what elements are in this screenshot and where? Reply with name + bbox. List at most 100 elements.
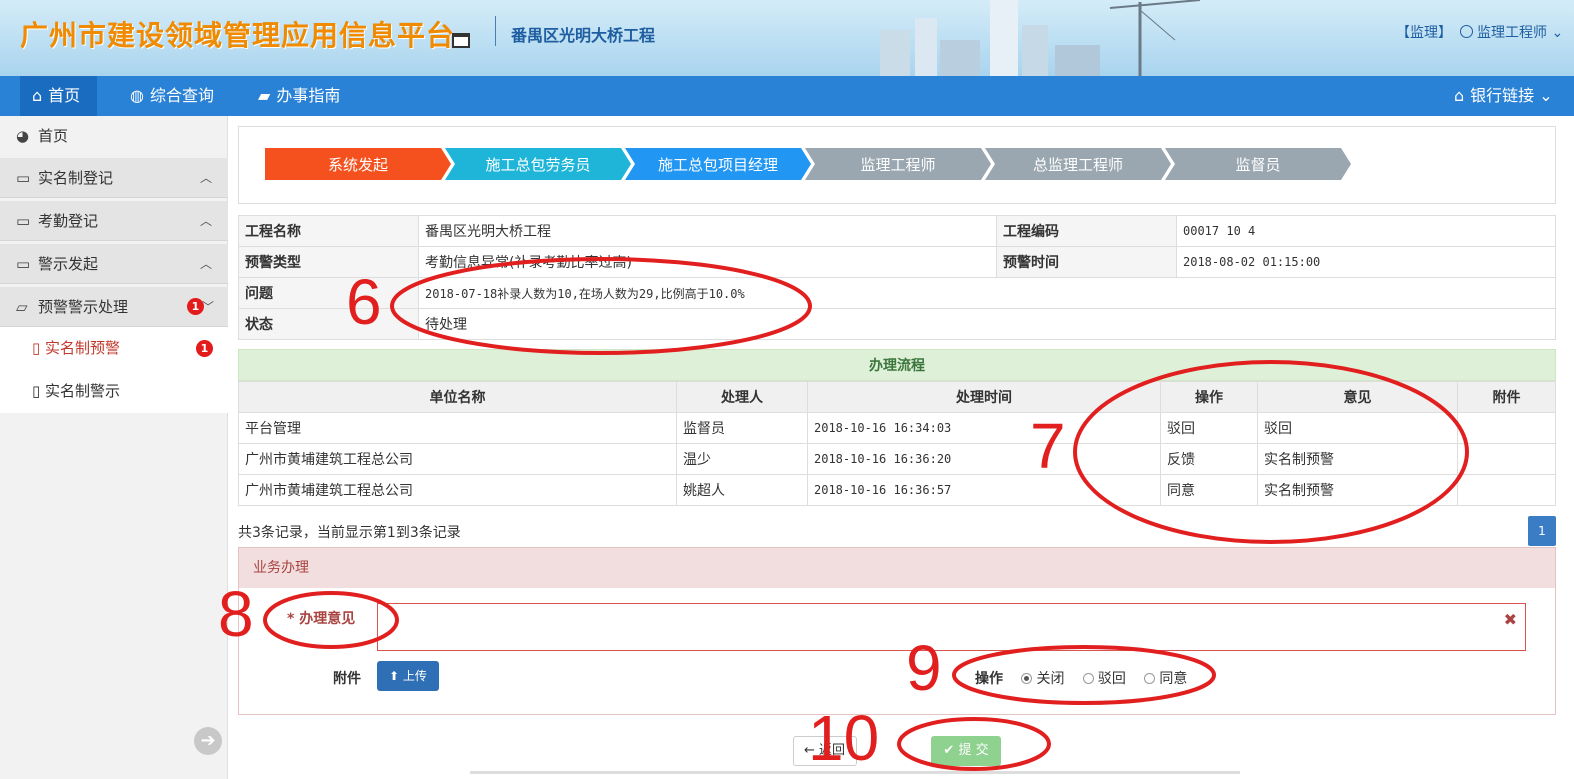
nav-home[interactable]: ⌂ 首页	[20, 76, 97, 116]
cell-unit: 广州市黄埔建筑工程总公司	[238, 474, 677, 506]
cell-opinion: 驳回	[1257, 412, 1458, 444]
opinion-label: * 办理意见	[287, 611, 356, 627]
cell-unit: 平台管理	[238, 412, 677, 444]
user-icon	[1460, 25, 1473, 38]
step-system: 系统发起	[327, 156, 388, 174]
annotation-number-8: 8	[218, 578, 254, 650]
nav-guide-label: 办事指南	[276, 86, 341, 105]
folder-icon: ▭	[16, 255, 31, 273]
value-issue: 2018-07-18补录人数为10,在场人数为29,比例高于10.0%	[418, 277, 1556, 309]
sidebar-item-realname-alert[interactable]: ▯ 实名制警示	[0, 370, 228, 413]
sidebar-item-realname-warning[interactable]: ▯ 实名制预警 1	[0, 327, 228, 370]
submit-button[interactable]: ✔ 提 交	[931, 736, 1001, 766]
col-time: 处理时间	[807, 381, 1161, 413]
step-inspector: 监督员	[1235, 156, 1281, 174]
label-warn-type: 预警类型	[238, 246, 419, 278]
sidebar-item-label: 警示发起	[38, 255, 99, 273]
value-status: 待处理	[418, 308, 1556, 340]
paging-summary: 共3条记录，当前显示第1到3条记录	[238, 525, 461, 541]
cell-handler: 姚超人	[676, 474, 808, 506]
home-icon: ⌂	[32, 86, 43, 105]
sidebar-item-label: 预警警示处理	[38, 298, 129, 316]
sidebar-item-attendance[interactable]: ▭ 考勤登记 ︿	[0, 201, 228, 241]
sidebar-item-label: 实名制预警	[45, 339, 121, 357]
file-icon: ▯	[32, 339, 46, 357]
cell-time: 2018-10-16 16:36:20	[807, 443, 1161, 475]
chevron-up-icon: ︿	[199, 214, 212, 228]
nav-query-label: 综合查询	[149, 86, 214, 105]
cell-time: 2018-10-16 16:36:57	[807, 474, 1161, 506]
annotation-number-10: 10	[808, 702, 880, 774]
chevron-up-icon: ︿	[199, 257, 212, 271]
cell-action: 反馈	[1160, 443, 1258, 475]
value-warn-time: 2018-08-02 01:15:00	[1176, 246, 1556, 278]
upload-icon: ⬆	[389, 669, 403, 683]
cell-handler: 监督员	[676, 412, 808, 444]
label-issue: 问题	[238, 277, 419, 309]
chevron-up-icon: ︿	[199, 171, 212, 185]
sidebar-item-label: 考勤登记	[38, 212, 99, 230]
label-project-name: 工程名称	[238, 215, 419, 247]
cell-unit: 广州市黄埔建筑工程总公司	[238, 443, 677, 475]
window-icon[interactable]	[452, 33, 470, 48]
step-pm: 施工总包项目经理	[657, 156, 778, 174]
user-name: 监理工程师	[1477, 25, 1547, 41]
cell-opinion: 实名制预警	[1257, 443, 1458, 475]
nav-guide[interactable]: ▰ 办事指南	[246, 76, 352, 116]
app-title: 广州市建设领域管理应用信息平台	[20, 19, 456, 52]
user-menu[interactable]: 监理工程师 ⌄	[1460, 22, 1563, 42]
warning-info-table: 工程名称 番禺区光明大桥工程 工程编码 00017 10 4 预警类型 考勤信息异常(补…	[238, 215, 1556, 340]
table-row: 广州市黄埔建筑工程总公司 姚超人 2018-10-16 16:36:57 同意 实名制预…	[238, 474, 1556, 506]
city-skyline-image	[880, 0, 1201, 76]
sidebar-item-warning-initiate[interactable]: ▭ 警示发起 ︿	[0, 244, 228, 284]
annotation-number-6: 6	[346, 266, 382, 338]
sidebar-item-home[interactable]: ◕ 首页	[0, 116, 228, 156]
header-divider	[495, 16, 496, 46]
chevron-down-icon: ⌄	[1534, 86, 1553, 105]
radio-agree[interactable]	[1144, 673, 1156, 684]
attach-label: 附件	[333, 671, 361, 687]
chevron-down-icon: ﹀	[201, 300, 214, 314]
nav-home-label: 首页	[48, 86, 81, 105]
cell-opinion: 实名制预警	[1257, 474, 1458, 506]
main-nav: ⌂ 首页 ◍ 综合查询 ▰ 办事指南 ⌂ 银行链接 ⌄	[0, 76, 1574, 116]
value-project-code: 00017 10 4	[1176, 215, 1556, 247]
sidebar-item-label: 实名制警示	[45, 382, 121, 400]
cell-attachment	[1457, 443, 1556, 475]
opinion-input[interactable]: ✖	[377, 603, 1526, 651]
ops-label: 操作	[975, 671, 1003, 687]
cell-action: 驳回	[1160, 412, 1258, 444]
page-1-button[interactable]: 1	[1528, 516, 1556, 546]
sidebar-item-realname-register[interactable]: ▭ 实名制登记 ︿	[0, 158, 228, 198]
radio-close[interactable]	[1021, 673, 1033, 684]
table-row: 广州市黄埔建筑工程总公司 温少 2018-10-16 16:36:20 反馈 实名制预警	[238, 443, 1556, 475]
nav-bank-link[interactable]: ⌂ 银行链接 ⌄	[1442, 76, 1565, 116]
close-icon[interactable]: ✖	[1504, 610, 1517, 629]
cell-attachment	[1457, 412, 1556, 444]
globe-icon: ◍	[130, 86, 144, 105]
sidebar: ◕ 首页 ▭ 实名制登记 ︿ ▭ 考勤登记 ︿ ▭ 警示发起 ︿ ▱ 预警警示处理 1 ﹀ ▯ 实名…	[0, 116, 228, 779]
cell-action: 同意	[1160, 474, 1258, 506]
value-warn-type: 考勤信息异常(补录考勤比率过高)	[418, 246, 997, 278]
nav-query[interactable]: ◍ 综合查询	[118, 76, 226, 116]
sidebar-item-warning-handle[interactable]: ▱ 预警警示处理 1 ﹀	[0, 287, 228, 327]
label-status: 状态	[238, 308, 419, 340]
radio-reject[interactable]	[1082, 673, 1094, 684]
workflow-steps: 系统发起 施工总包劳务员 施工总包项目经理 监理工程师 总监理工程师 监督员	[238, 126, 1556, 204]
sidebar-item-label: 实名制登记	[38, 169, 114, 187]
upload-button[interactable]: ⬆ 上传	[377, 661, 439, 691]
project-name: 番禺区光明大桥工程	[511, 26, 656, 45]
cell-time: 2018-10-16 16:34:03	[807, 412, 1161, 444]
collapse-sidebar-icon[interactable]: ➔	[194, 727, 222, 755]
col-handler: 处理人	[676, 381, 808, 413]
flow-table: 单位名称 处理人 处理时间 操作 意见 附件 平台管理 监督员 2018-10-16…	[238, 381, 1556, 506]
folder-icon: ▭	[16, 169, 31, 187]
file-icon: ▯	[32, 382, 46, 400]
check-icon: ✔	[943, 743, 959, 758]
step-chief-supervisor: 总监理工程师	[1032, 156, 1123, 174]
radio-reject-label: 驳回	[1097, 671, 1126, 687]
radio-close-label: 关闭	[1036, 671, 1065, 687]
col-unit: 单位名称	[238, 381, 677, 413]
col-action: 操作	[1160, 381, 1258, 413]
notification-badge: 1	[196, 340, 213, 357]
